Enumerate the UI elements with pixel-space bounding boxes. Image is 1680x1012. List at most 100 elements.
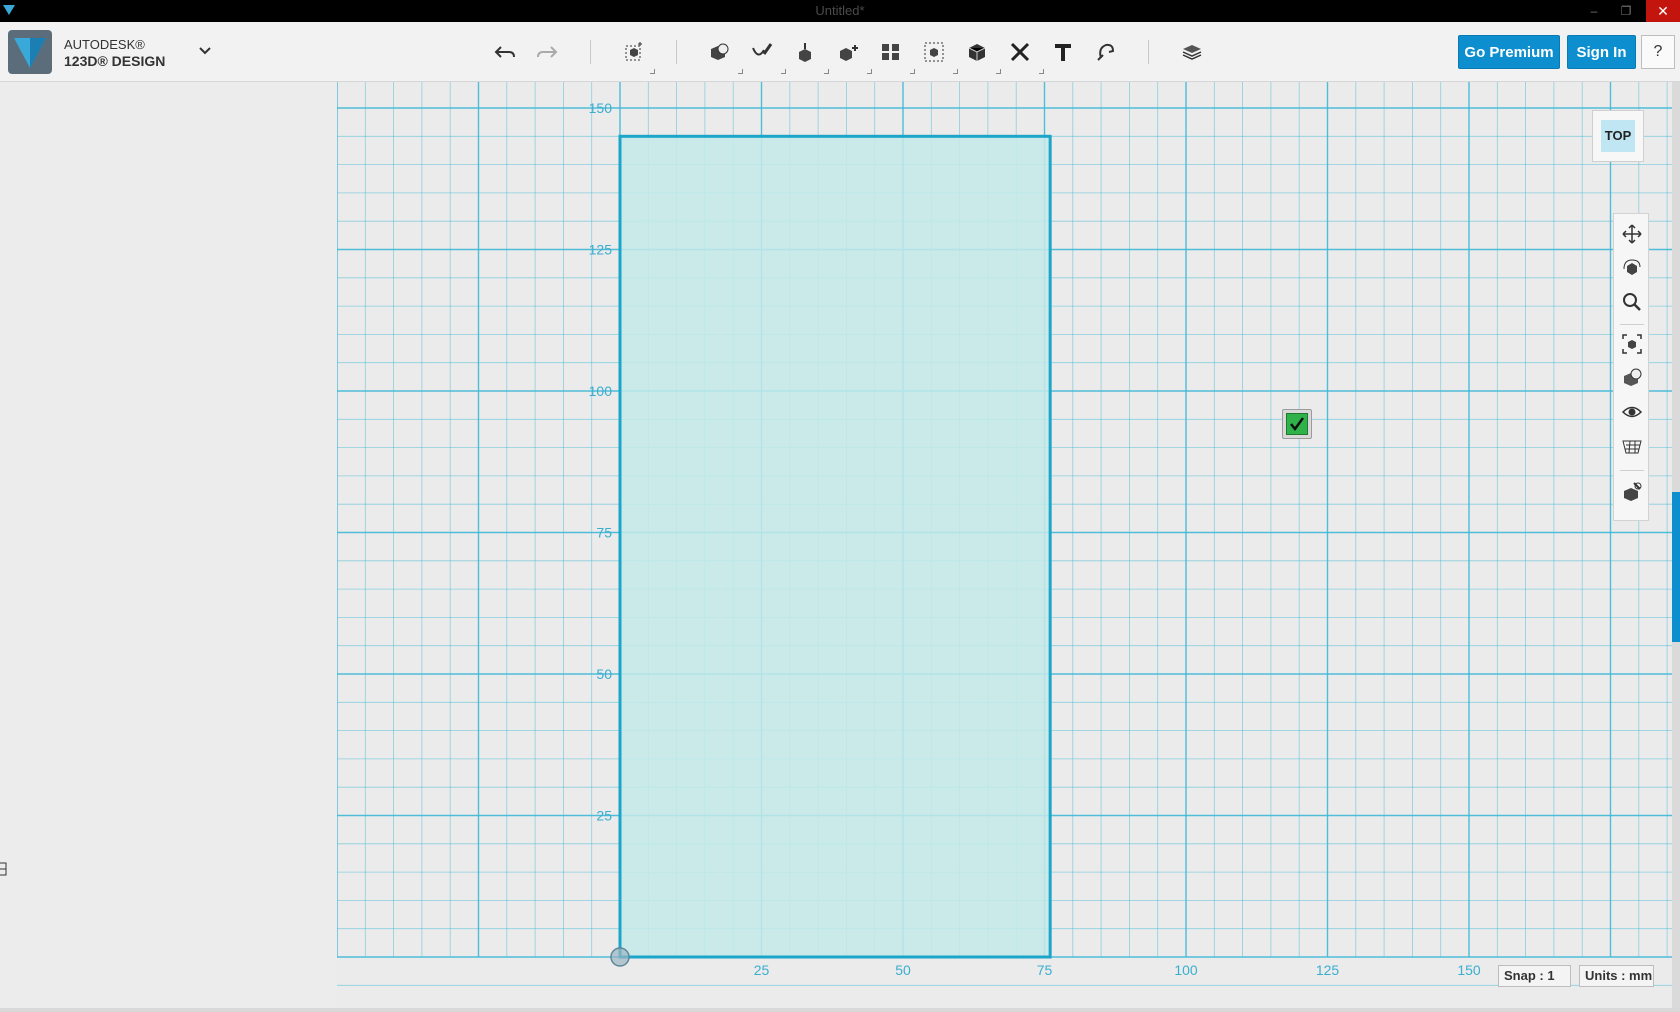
zoom-button[interactable] [1618,288,1646,316]
close-button[interactable]: ✕ [1646,0,1680,22]
x-axis-label: 150 [1457,962,1481,978]
y-axis-label: 50 [596,666,612,682]
dropdown-indicator [738,69,743,74]
panel-toggle-icon[interactable] [0,862,8,876]
pattern-icon [882,44,899,60]
grouping-button[interactable] [918,36,950,68]
toolbar-separator [676,40,677,64]
materials-icon [1182,45,1202,60]
view-cube-top-face[interactable]: TOP [1601,120,1635,152]
fit-icon [1622,334,1642,354]
y-axis-label: 25 [596,808,612,824]
measure-icon [1010,42,1030,62]
sketch-rectangle[interactable] [618,134,1052,959]
dropdown-indicator [781,69,786,74]
undo-icon [494,46,515,58]
x-axis-labels: 25 50 75 100 125 150 [754,962,1481,978]
confirm-sketch-button[interactable] [1282,409,1312,439]
dropdown-indicator [824,69,829,74]
y-axis-labels: 150 125 100 75 50 25 [589,100,613,824]
main-toolbar: AUTODESK® 123D® DESIGN Go Premium Sign I… [0,22,1680,82]
design-viewport[interactable]: 25 50 75 100 125 150 150 125 100 75 50 2… [337,82,1672,1012]
toolbar-separator [1148,40,1149,64]
y-axis-label: 125 [589,242,613,258]
snap-icon [1097,43,1115,61]
bottom-border [0,1008,1680,1012]
sign-in-button[interactable]: Sign In [1567,35,1636,69]
units-setting[interactable]: Units : mm [1579,965,1654,987]
construct-button[interactable] [789,36,821,68]
left-panel [0,82,337,1012]
undo-button[interactable] [489,36,521,68]
title-bar: Untitled* – ❐ ✕ [0,0,1680,22]
redo-button[interactable] [531,36,563,68]
x-axis-label: 50 [895,962,911,978]
modify-icon [840,45,858,61]
dropdown-indicator [953,69,958,74]
side-panel-scroll[interactable] [1672,82,1680,1012]
nav-separator [1620,470,1644,471]
dropdown-indicator [867,69,872,74]
dropdown-indicator [910,69,915,74]
material-view-icon [1624,482,1642,501]
check-icon [1286,413,1308,435]
x-axis-label: 125 [1316,962,1340,978]
pattern-button[interactable] [875,36,907,68]
app-logo[interactable] [8,30,52,74]
transform-icon [625,42,642,61]
sketch-button[interactable] [746,36,778,68]
y-axis-label: 150 [589,100,613,116]
orbit-button[interactable] [1618,254,1646,282]
combine-button[interactable] [961,36,993,68]
redo-icon [537,46,558,58]
grouping-icon [924,42,944,62]
snap-button[interactable] [1090,36,1122,68]
restore-button[interactable]: ❐ [1612,0,1640,22]
pan-button[interactable] [1618,220,1646,248]
visibility-button[interactable] [1618,398,1646,426]
construct-icon [799,43,811,62]
combine-icon [968,44,986,61]
transform-button[interactable] [618,36,650,68]
dropdown-indicator [996,69,1001,74]
views-icon [1624,368,1642,386]
x-axis-label: 100 [1174,962,1198,978]
views-button[interactable] [1618,364,1646,392]
window-title: Untitled* [815,3,865,18]
grid-toggle-button[interactable] [1618,432,1646,460]
visibility-icon [1621,406,1643,418]
fit-button[interactable] [1618,330,1646,358]
snap-setting[interactable]: Snap : 1 [1498,965,1571,987]
minimize-button[interactable]: – [1580,0,1608,22]
primitives-button[interactable] [703,36,735,68]
dropdown-indicator [650,69,655,74]
grid-canvas[interactable]: 25 50 75 100 125 150 150 125 100 75 50 2… [337,82,1672,1012]
brand-line1: AUTODESK® [64,37,145,52]
go-premium-button[interactable]: Go Premium [1458,35,1560,69]
y-axis-label: 100 [589,383,613,399]
view-cube[interactable]: TOP [1592,110,1644,162]
chevron-down-icon[interactable] [196,44,214,58]
nav-separator [1620,324,1644,325]
y-axis-label: 75 [596,525,612,541]
navigation-bar [1613,213,1649,521]
panel-toggle-handle[interactable] [1672,492,1680,642]
modify-button[interactable] [832,36,864,68]
primitives-icon [711,43,729,60]
grid-icon [1622,440,1642,454]
sketch-icon [752,43,773,56]
text-button[interactable] [1047,36,1079,68]
material-view-button[interactable] [1618,478,1646,506]
zoom-icon [1623,293,1641,311]
help-button[interactable]: ? [1641,35,1675,69]
toolbar-separator [590,40,591,64]
x-axis-label: 75 [1037,962,1053,978]
orbit-icon [1623,259,1641,275]
brand-line2: 123D® DESIGN [64,53,166,69]
pan-icon [1622,224,1642,244]
materials-button[interactable] [1176,36,1208,68]
text-icon [1055,44,1071,61]
origin-marker-icon [610,947,630,967]
dropdown-indicator [1039,69,1044,74]
measure-button[interactable] [1004,36,1036,68]
